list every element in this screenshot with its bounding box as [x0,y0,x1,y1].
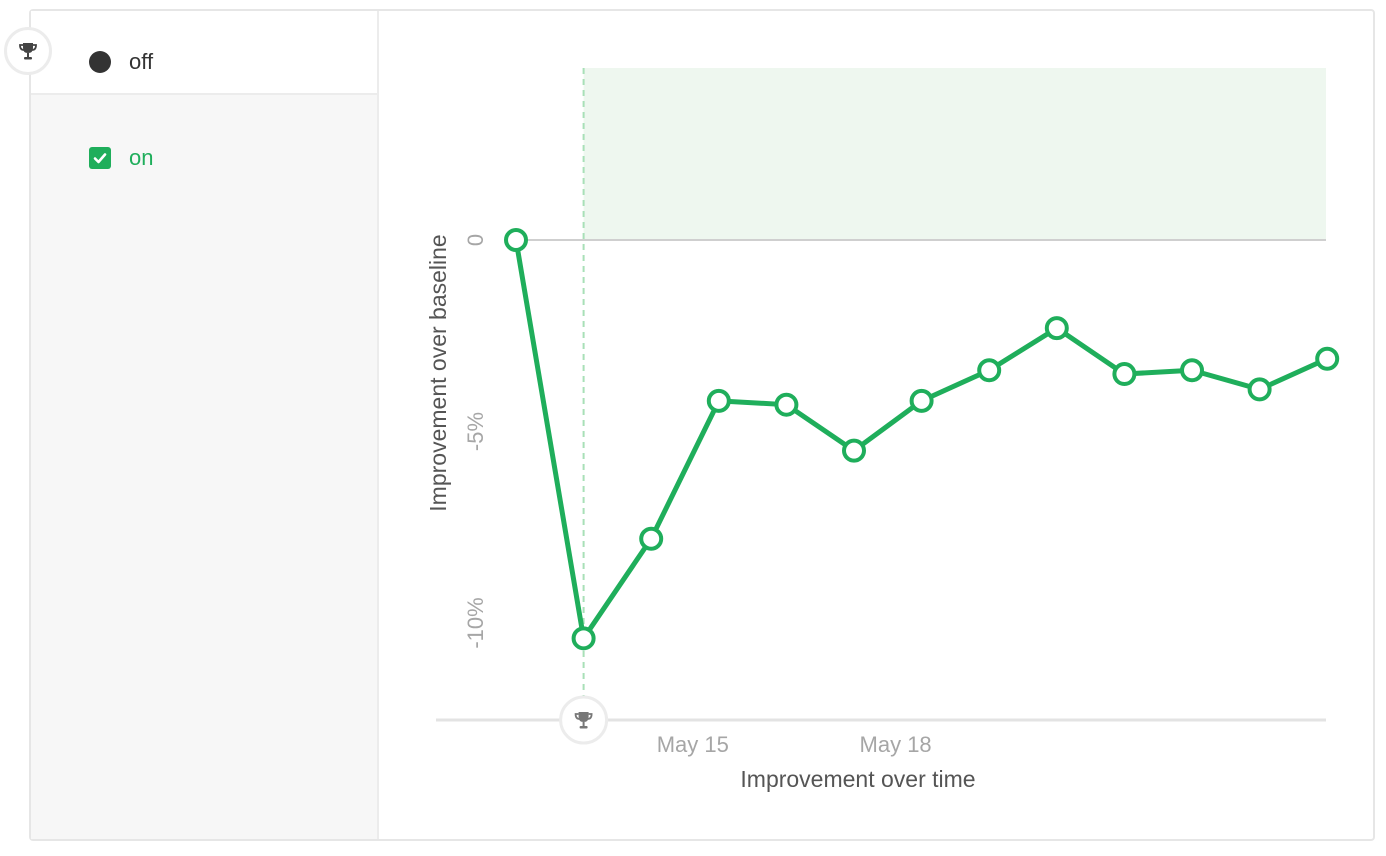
x-axis-ticks: May 15 May 18 [657,732,932,757]
data-point[interactable] [571,626,596,651]
y-tick-label: -5% [463,412,488,451]
data-point[interactable] [504,228,528,252]
winning-region [583,68,1326,240]
data-point[interactable] [1247,377,1272,402]
y-tick-label: -10% [463,597,488,648]
x-tick-label: May 15 [657,732,729,757]
data-point[interactable] [909,388,934,413]
data-point[interactable] [639,526,664,551]
data-point[interactable] [1112,362,1137,387]
improvement-chart: 0 -5% -10% May 15 May 18 Improvement over b… [425,68,1340,792]
series-line-on [513,239,1329,641]
y-axis-title: Improvement over baseline [425,234,451,511]
data-point[interactable] [1180,358,1204,383]
data-point[interactable] [1315,346,1340,371]
data-point[interactable] [977,358,1002,383]
data-point[interactable] [842,438,866,463]
winner-axis-badge [559,695,609,745]
data-point[interactable] [706,388,731,413]
y-axis-ticks: 0 -5% -10% [463,234,488,649]
x-axis-title: Improvement over time [740,766,975,792]
y-tick-label: 0 [463,234,488,246]
data-point[interactable] [774,392,799,417]
x-tick-label: May 18 [860,732,932,757]
data-point[interactable] [1044,316,1069,341]
series-points [504,228,1340,651]
